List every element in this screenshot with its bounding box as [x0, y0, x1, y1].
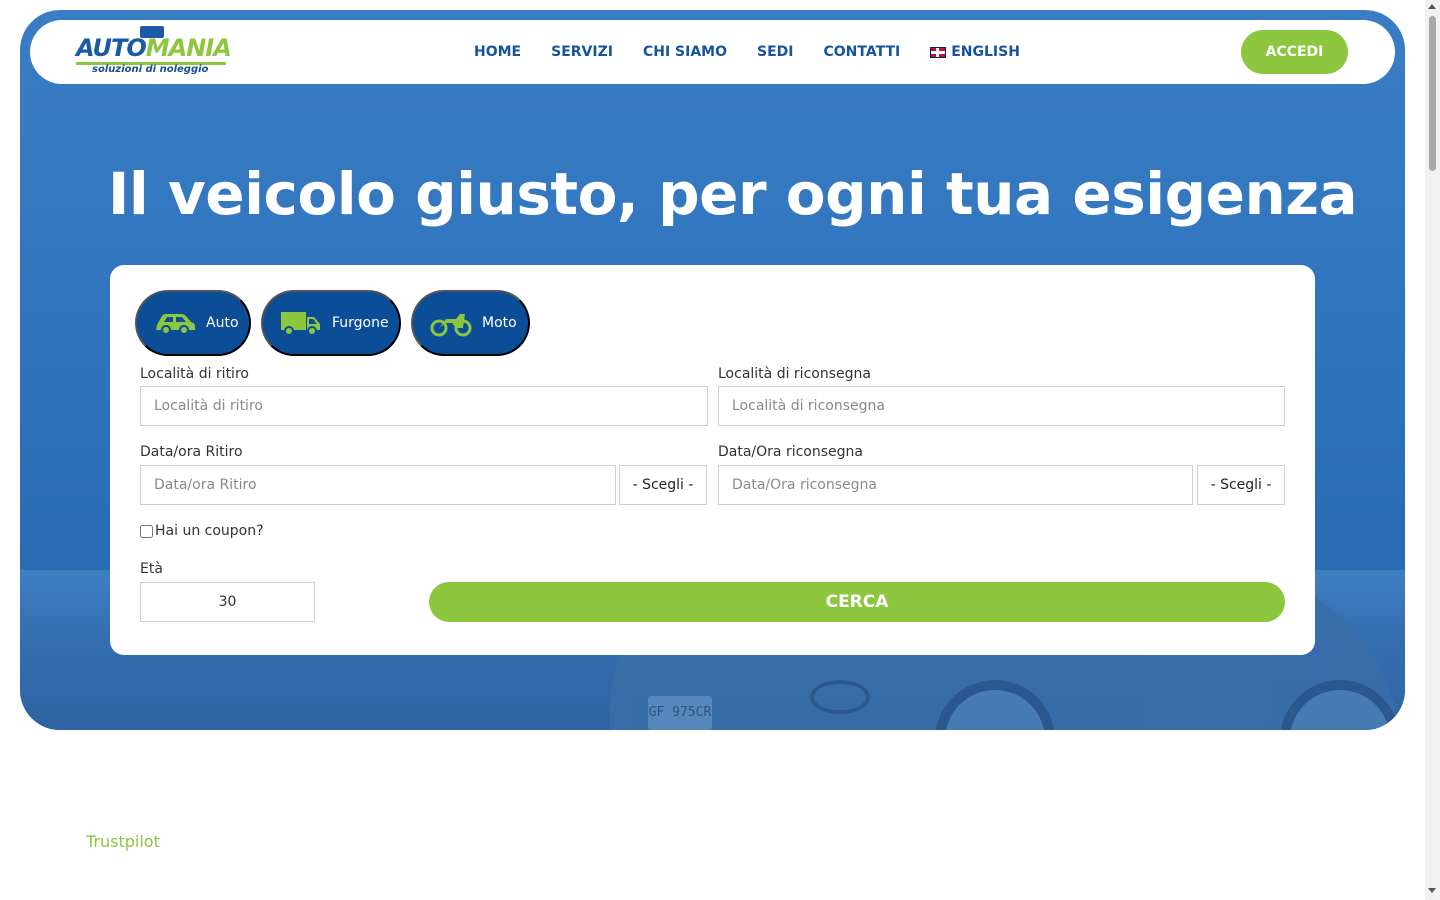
- car-icon: [156, 314, 195, 335]
- car-headlight: [810, 680, 870, 714]
- pickup-datetime-input[interactable]: [140, 465, 616, 505]
- nav-link-sedi[interactable]: SEDI: [757, 44, 793, 60]
- car-wheel: [935, 680, 1055, 730]
- tab-furgone-label: Furgone: [332, 315, 389, 331]
- pickup-datetime-label: Data/ora Ritiro: [140, 444, 243, 460]
- return-datetime-label: Data/Ora riconsegna: [718, 444, 863, 460]
- age-input[interactable]: [140, 582, 315, 622]
- tab-auto-label: Auto: [206, 315, 239, 331]
- scrollbar-thumb[interactable]: [1429, 16, 1436, 171]
- motorbike-icon: [430, 314, 472, 337]
- hero-title: Il veicolo giusto, per ogni tua esigenza: [107, 160, 1358, 228]
- tab-moto-label: Moto: [482, 315, 517, 331]
- scroll-up-arrow-icon[interactable]: [1428, 4, 1436, 9]
- search-form-card: Auto Furgone Moto Località di ritiro Loc…: [110, 265, 1315, 655]
- tab-moto[interactable]: Moto: [411, 290, 530, 356]
- pickup-location-input[interactable]: [140, 386, 708, 426]
- return-time-select[interactable]: - Scegli -: [1197, 465, 1285, 505]
- nav-link-contatti[interactable]: CONTATTI: [824, 44, 901, 60]
- trustpilot-link[interactable]: Trustpilot: [86, 832, 160, 851]
- pickup-time-select[interactable]: - Scegli -: [619, 465, 707, 505]
- uk-flag-icon: [930, 46, 947, 58]
- logo-wordmark: AUTOMANIA: [76, 34, 232, 62]
- search-button[interactable]: CERCA: [429, 582, 1285, 622]
- tab-furgone[interactable]: Furgone: [261, 290, 401, 356]
- nav-link-home[interactable]: HOME: [474, 44, 521, 60]
- age-label: Età: [140, 561, 163, 577]
- return-location-label: Località di riconsegna: [718, 366, 871, 382]
- pickup-location-label: Località di ritiro: [140, 366, 249, 382]
- page-scrollbar[interactable]: [1425, 0, 1440, 900]
- coupon-toggle: Hai un coupon?: [140, 523, 264, 539]
- site-logo[interactable]: AUTOMANIA soluzioni di noleggio: [76, 26, 236, 78]
- return-location-input[interactable]: [718, 386, 1285, 426]
- car-wheel: [1280, 680, 1400, 730]
- nav-link-english[interactable]: ENGLISH: [930, 44, 1020, 60]
- nav-links: HOME SERVIZI CHI SIAMO SEDI CONTATTI ENG…: [474, 20, 1020, 84]
- nav-link-servizi[interactable]: SERVIZI: [551, 44, 613, 60]
- van-icon: [281, 312, 320, 336]
- language-label: ENGLISH: [951, 44, 1020, 60]
- coupon-label: Hai un coupon?: [155, 523, 264, 539]
- tab-auto[interactable]: Auto: [135, 290, 251, 356]
- main-navbar: AUTOMANIA soluzioni di noleggio HOME SER…: [30, 20, 1395, 84]
- logo-tagline: soluzioni di noleggio: [92, 64, 209, 75]
- car-license-plate: GF 975CR: [648, 696, 712, 730]
- scroll-down-arrow-icon[interactable]: [1428, 888, 1436, 893]
- nav-link-chi-siamo[interactable]: CHI SIAMO: [643, 44, 727, 60]
- coupon-checkbox[interactable]: [140, 524, 153, 538]
- login-button[interactable]: ACCEDI: [1241, 30, 1348, 74]
- return-datetime-input[interactable]: [718, 465, 1193, 505]
